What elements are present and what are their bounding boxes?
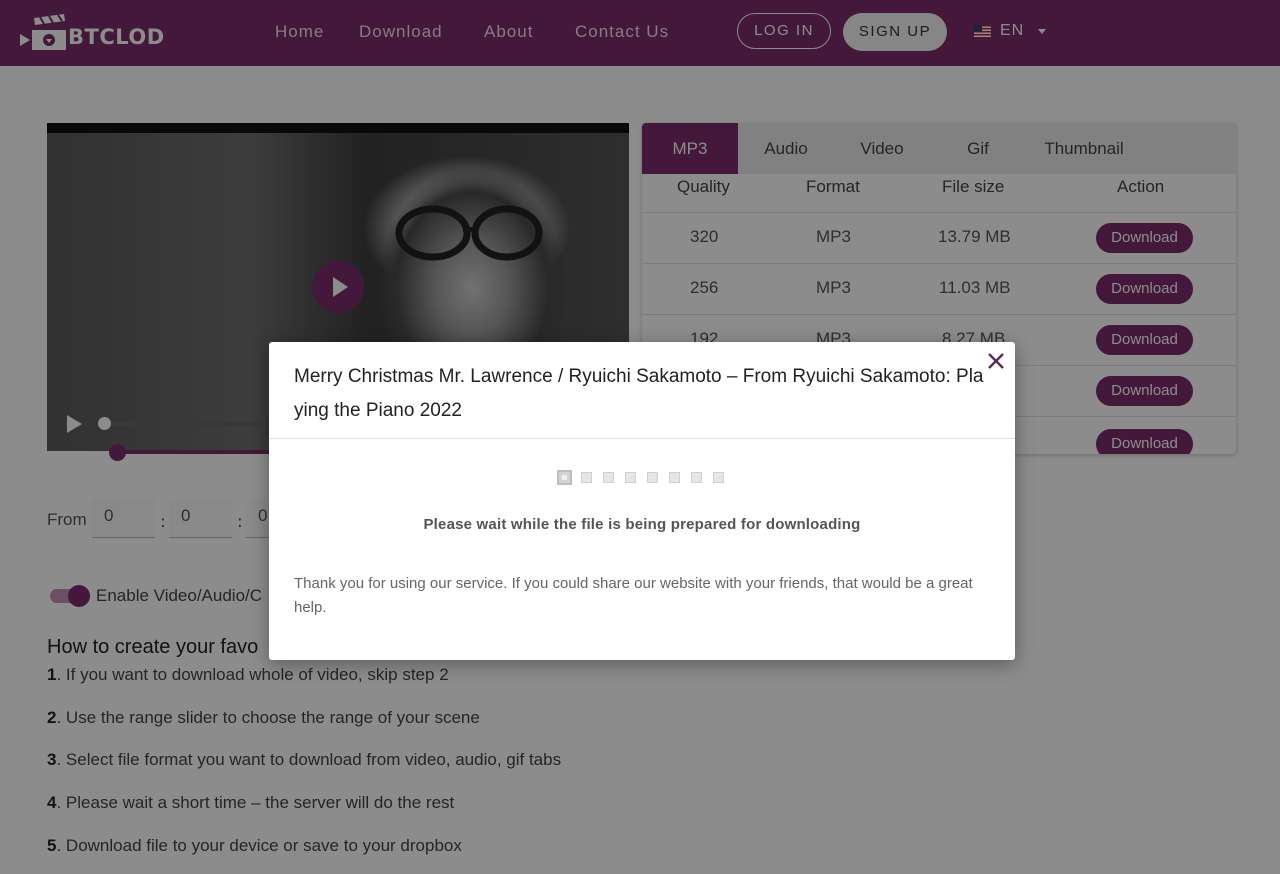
close-icon[interactable] — [986, 351, 1006, 371]
modal-title: Merry Christmas Mr. Lawrence / Ryuichi S… — [294, 366, 984, 421]
progress-step — [625, 471, 636, 483]
progress-step — [647, 471, 658, 483]
progress-step-active — [557, 469, 572, 485]
progress-indicator — [557, 468, 735, 486]
modal-status-text: Please wait while the file is being prep… — [423, 516, 861, 533]
progress-step — [691, 471, 702, 483]
modal-divider — [269, 438, 1015, 439]
progress-step — [603, 471, 614, 483]
progress-step — [581, 471, 592, 483]
download-modal: Merry Christmas Mr. Lawrence / Ryuichi S… — [269, 342, 1015, 660]
progress-step — [669, 471, 680, 483]
progress-step — [713, 471, 724, 483]
modal-thanks-text: Thank you for using our service. If you … — [294, 575, 973, 616]
